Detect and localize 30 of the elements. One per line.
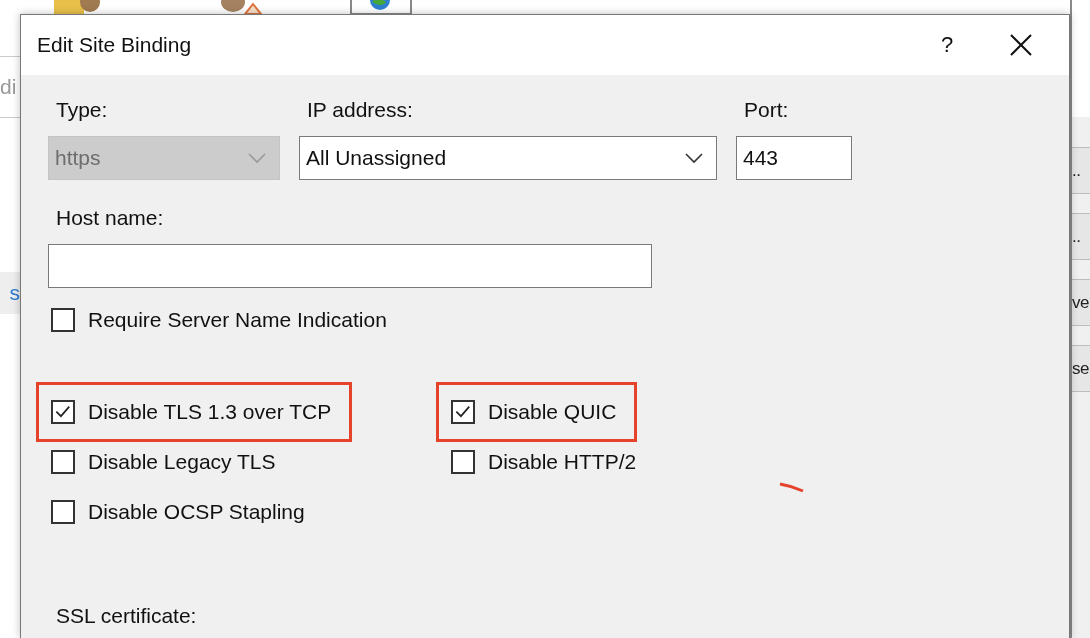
- checkbox[interactable]: [51, 450, 75, 474]
- checkbox[interactable]: [451, 400, 475, 424]
- field-label: Port:: [744, 98, 790, 122]
- checkbox[interactable]: [451, 450, 475, 474]
- checkbox[interactable]: [51, 308, 75, 332]
- chevron-icon: [684, 152, 704, 164]
- checkbox[interactable]: [51, 400, 75, 424]
- input-field[interactable]: 443: [736, 136, 852, 180]
- checkbox-label[interactable]: Disable OCSP Stapling: [88, 500, 305, 524]
- action-button[interactable]: ve: [1072, 279, 1090, 326]
- field-label: Type:: [56, 98, 109, 122]
- field-label: Host name:: [56, 206, 165, 230]
- help-button[interactable]: ?: [917, 17, 977, 73]
- field-label: IP address:: [307, 98, 414, 122]
- action-button[interactable]: se: [1072, 345, 1090, 392]
- checkbox-label[interactable]: Disable QUIC: [488, 400, 617, 424]
- background-text: di: [0, 75, 17, 99]
- dialog-title: Edit Site Binding: [37, 33, 193, 57]
- checkbox[interactable]: [51, 500, 75, 524]
- action-button[interactable]: ..: [1072, 213, 1090, 260]
- chevron-icon: [247, 152, 267, 164]
- checkbox-label[interactable]: Disable HTTP/2: [488, 450, 637, 474]
- input-field[interactable]: [48, 244, 652, 288]
- pen-stroke: [778, 481, 806, 495]
- field-label: SSL certificate:: [56, 604, 198, 628]
- checkbox-label[interactable]: Require Server Name Indication: [88, 308, 387, 332]
- checkbox-label[interactable]: Disable TLS 1.3 over TCP: [88, 400, 332, 424]
- dropdown[interactable]: All Unassigned: [299, 136, 717, 180]
- action-button[interactable]: ..: [1072, 147, 1090, 194]
- checkbox-label[interactable]: Disable Legacy TLS: [88, 450, 276, 474]
